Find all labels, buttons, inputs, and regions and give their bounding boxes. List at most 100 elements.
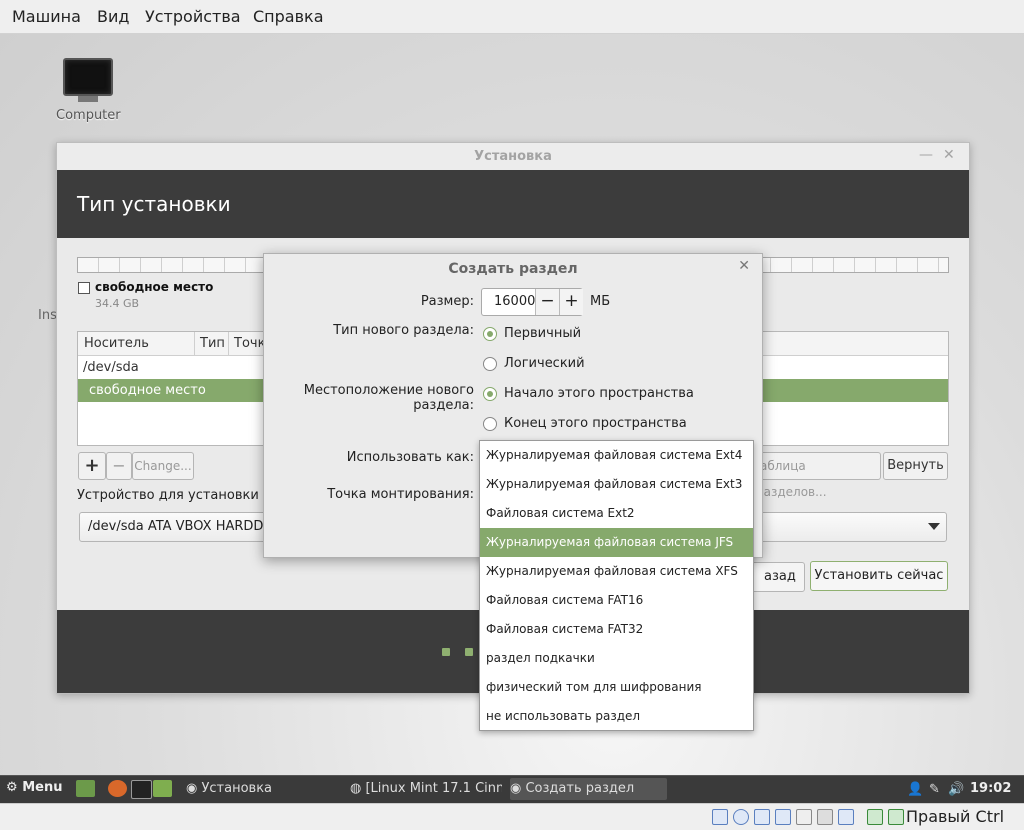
- computer-desktop-icon[interactable]: Computer: [56, 54, 121, 123]
- shared-folder-icon[interactable]: [775, 809, 791, 825]
- row-device: /dev/sda: [83, 360, 139, 375]
- revert-button[interactable]: Вернуть: [883, 452, 948, 480]
- display-icon[interactable]: [796, 809, 812, 825]
- task-label: [Linux Mint 17.1 Cinn...: [365, 781, 502, 796]
- location-label: Местоположение нового раздела:: [303, 383, 474, 413]
- radio-end[interactable]: [483, 417, 497, 431]
- gear-icon: ⚙: [6, 780, 18, 795]
- use-as-label: Использовать как:: [346, 450, 474, 465]
- option-label: Журналируемая файловая система Ext3: [486, 477, 743, 491]
- filesystem-dropdown[interactable]: Журналируемая файловая система Ext4 Журн…: [479, 440, 754, 731]
- list-item[interactable]: раздел подкачки: [480, 644, 753, 673]
- mouse-integration-icon[interactable]: [888, 809, 904, 825]
- vbox-menubar: Машина Вид Устройства Справка: [0, 0, 1024, 34]
- size-stepper[interactable]: 16000 − +: [481, 288, 583, 316]
- task-create-partition[interactable]: ◉ Создать раздел: [510, 778, 667, 800]
- menu-label: Menu: [22, 780, 63, 795]
- app-icon: ◉: [186, 781, 198, 796]
- video-capture-icon[interactable]: [817, 809, 833, 825]
- legend-size: 34.4 GB: [95, 297, 140, 310]
- radio-logical[interactable]: [483, 357, 497, 371]
- taskbar: ⚙ Menu ◉ Установка ◍ [Linux Mint 17.1 Ci…: [0, 775, 1024, 803]
- option-label: Файловая система Ext2: [486, 506, 635, 520]
- show-desktop-icon[interactable]: [76, 780, 95, 797]
- option-label: Журналируемая файловая система JFS: [486, 535, 734, 549]
- minimize-icon[interactable]: —: [919, 147, 933, 163]
- monitor-stand: [78, 96, 98, 102]
- size-input[interactable]: 16000: [494, 294, 535, 309]
- list-item[interactable]: Файловая система Ext2: [480, 499, 753, 528]
- option-label: раздел подкачки: [486, 651, 595, 665]
- list-item[interactable]: не использовать раздел: [480, 702, 753, 731]
- menu-machine[interactable]: Машина: [12, 7, 81, 26]
- progress-dot: [465, 648, 473, 656]
- column-device[interactable]: Носитель: [84, 336, 149, 351]
- radio-primary[interactable]: [483, 327, 497, 341]
- hdd-icon[interactable]: [712, 809, 728, 825]
- guest-additions-icon[interactable]: [867, 809, 883, 825]
- close-icon[interactable]: ✕: [738, 258, 750, 274]
- menu-view[interactable]: Вид: [97, 7, 129, 26]
- list-item[interactable]: Журналируемая файловая система Ext4: [480, 441, 753, 470]
- list-item[interactable]: физический том для шифрования: [480, 673, 753, 702]
- task-label: Создать раздел: [525, 781, 635, 796]
- cpu-icon[interactable]: [838, 809, 854, 825]
- dialog-title: Создать раздел: [448, 261, 578, 277]
- start-menu-button[interactable]: ⚙ Menu: [6, 780, 62, 795]
- legend-label: свободное место: [95, 280, 214, 294]
- decrement-button[interactable]: −: [535, 289, 559, 315]
- vbox-statusbar: Правый Ctrl: [0, 803, 1024, 830]
- task-label: Установка: [201, 781, 273, 796]
- user-icon[interactable]: 👤: [907, 782, 923, 797]
- option-label: Файловая система FAT32: [486, 622, 644, 636]
- column-type[interactable]: Тип: [200, 336, 225, 351]
- task-installer[interactable]: ◉ Установка: [186, 778, 336, 800]
- page-title: Тип установки: [77, 192, 231, 216]
- change-partition-button[interactable]: Change...: [132, 452, 194, 480]
- column-separator: [228, 332, 229, 355]
- usb-icon[interactable]: [754, 809, 770, 825]
- radio-logical-label[interactable]: Логический: [504, 356, 585, 371]
- firefox-icon[interactable]: [108, 780, 127, 797]
- close-icon[interactable]: ✕: [943, 147, 955, 163]
- list-item[interactable]: Журналируемая файловая система Ext3: [480, 470, 753, 499]
- list-item-selected[interactable]: Журналируемая файловая система JFS: [480, 528, 753, 557]
- network-icon[interactable]: ✎: [929, 782, 940, 797]
- installer-titlebar: Установка — ✕: [57, 143, 969, 171]
- menu-devices[interactable]: Устройства: [145, 7, 241, 26]
- firefox-icon: ◍: [350, 781, 362, 796]
- row-device: свободное место: [89, 383, 206, 398]
- radio-start-label[interactable]: Начало этого пространства: [504, 386, 694, 401]
- computer-label: Computer: [56, 108, 121, 123]
- option-label: не использовать раздел: [486, 709, 641, 723]
- clock[interactable]: 19:02: [970, 781, 1011, 796]
- mount-point-label: Точка монтирования:: [327, 487, 474, 502]
- list-item[interactable]: Журналируемая файловая система XFS: [480, 557, 753, 586]
- folder-icon[interactable]: [153, 780, 172, 797]
- radio-primary-label[interactable]: Первичный: [504, 326, 581, 341]
- list-item[interactable]: Файловая система FAT32: [480, 615, 753, 644]
- option-label: Файловая система FAT16: [486, 593, 644, 607]
- install-now-button[interactable]: Установить сейчас: [810, 561, 948, 591]
- host-key-label: Правый Ctrl: [906, 807, 1005, 826]
- legend-swatch: [78, 282, 90, 294]
- increment-button[interactable]: +: [559, 289, 583, 315]
- optical-drive-icon[interactable]: [733, 809, 749, 825]
- list-item[interactable]: Файловая система FAT16: [480, 586, 753, 615]
- task-browser[interactable]: ◍ [Linux Mint 17.1 Cinn...: [350, 778, 502, 800]
- installer-title: Установка: [474, 149, 552, 164]
- installer-header: Тип установки: [57, 170, 969, 238]
- option-label: Журналируемая файловая система XFS: [486, 564, 738, 578]
- volume-icon[interactable]: 🔊: [948, 782, 964, 797]
- monitor-icon: [63, 58, 113, 96]
- new-partition-table-button[interactable]: аблица разделов...: [755, 452, 881, 499]
- remove-partition-button[interactable]: −: [106, 452, 132, 480]
- radio-start[interactable]: [483, 387, 497, 401]
- add-partition-button[interactable]: +: [78, 452, 106, 480]
- terminal-icon[interactable]: [131, 780, 152, 799]
- app-icon: ◉: [510, 781, 522, 796]
- back-label: азад: [764, 569, 796, 584]
- partition-type-label: Тип нового раздела:: [333, 323, 474, 338]
- menu-help[interactable]: Справка: [253, 7, 324, 26]
- radio-end-label[interactable]: Конец этого пространства: [504, 416, 687, 431]
